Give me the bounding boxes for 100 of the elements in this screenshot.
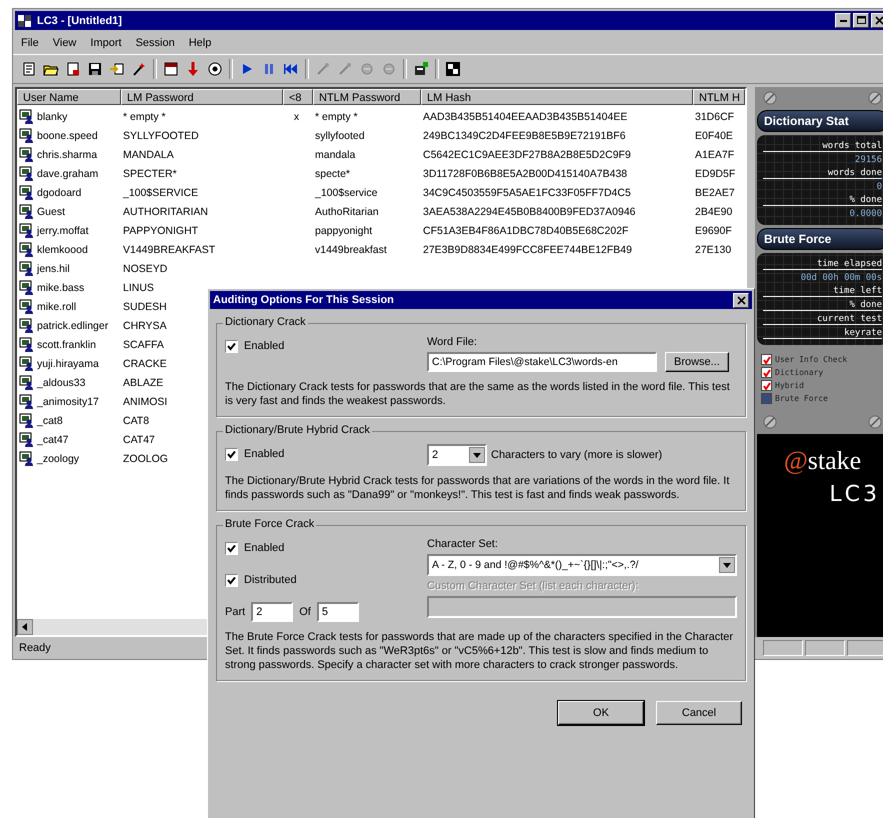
field-label: Custom Character Set (list each character): bbox=[427, 580, 640, 592]
table-cell: * empty * bbox=[315, 110, 358, 122]
user-icon bbox=[19, 412, 35, 428]
user-icon bbox=[19, 260, 35, 276]
column-header[interactable]: LM Hash bbox=[421, 89, 693, 105]
user-icon bbox=[19, 394, 35, 410]
table-cell: mandala bbox=[315, 148, 356, 160]
input-field[interactable]: 2 bbox=[251, 602, 294, 622]
user-icon bbox=[19, 450, 35, 466]
table-cell: 34C9C4503559F5A5AE1FC33F05FF7D4C5 bbox=[423, 186, 631, 198]
menu-item[interactable]: Session bbox=[136, 37, 175, 49]
menu-item[interactable]: File bbox=[21, 37, 39, 49]
user-name: mike.bass bbox=[37, 282, 84, 294]
checkbox-label: Distributed bbox=[244, 574, 297, 586]
column-header[interactable]: User Name bbox=[17, 89, 121, 105]
table-cell: SCAFFA bbox=[123, 338, 164, 350]
checkbox[interactable] bbox=[225, 340, 238, 352]
target-icon[interactable] bbox=[207, 61, 223, 77]
table-cell: A1EA7F bbox=[695, 148, 734, 160]
minimize-button[interactable] bbox=[835, 13, 851, 28]
table-cell: ANIMOSI bbox=[123, 396, 168, 408]
table-cell: CRACKE bbox=[123, 358, 167, 370]
column-header[interactable]: NTLM H bbox=[693, 89, 745, 105]
scroll-left-icon[interactable] bbox=[17, 619, 33, 635]
checkbox[interactable] bbox=[225, 574, 238, 586]
close-icon bbox=[736, 294, 746, 306]
characters-dropdown[interactable]: 2 bbox=[427, 444, 487, 466]
down-arrow-icon[interactable] bbox=[185, 61, 201, 77]
menu-item[interactable]: Import bbox=[90, 37, 122, 49]
table-cell: SUDESH bbox=[123, 300, 167, 312]
close-button[interactable] bbox=[871, 13, 883, 28]
document-icon[interactable] bbox=[65, 61, 81, 77]
screw-icon bbox=[868, 415, 882, 429]
table-cell: E9690F bbox=[695, 224, 732, 236]
column-header[interactable]: <8 bbox=[283, 89, 313, 105]
table-cell: CAT8 bbox=[123, 414, 150, 426]
menu-item[interactable]: Help bbox=[188, 37, 212, 49]
rewind-icon[interactable] bbox=[283, 61, 299, 77]
checkbox[interactable] bbox=[225, 542, 238, 554]
save-icon[interactable] bbox=[87, 61, 103, 77]
column-header[interactable]: LM Password bbox=[121, 89, 283, 105]
group-label: Brute Force Crack bbox=[223, 518, 316, 530]
table-cell: _100$service bbox=[315, 186, 378, 198]
checkbox[interactable] bbox=[761, 380, 772, 391]
wand-icon[interactable] bbox=[131, 61, 147, 77]
user-icon bbox=[19, 318, 35, 334]
checker-icon[interactable] bbox=[445, 61, 461, 77]
user-name: klemkoood bbox=[37, 244, 88, 256]
user-name: _aldous33 bbox=[37, 376, 86, 388]
display-label: % done bbox=[763, 195, 882, 206]
checkbox[interactable] bbox=[761, 354, 772, 365]
table-cell: 27E3B9D8834E499FCC8FEE744BE12FB49 bbox=[423, 244, 632, 256]
import-icon[interactable] bbox=[109, 61, 125, 77]
checkbox[interactable] bbox=[761, 393, 772, 404]
table-cell: NOSEYD bbox=[123, 262, 168, 274]
table-cell: 2B4E90 bbox=[695, 206, 732, 218]
table-cell: 27E130 bbox=[695, 244, 732, 256]
checkbox-label: User Info Check bbox=[775, 355, 848, 364]
close-button[interactable] bbox=[733, 292, 749, 308]
table-cell: LINUS bbox=[123, 282, 154, 294]
user-icon bbox=[19, 204, 35, 220]
table-cell: CF51A3EB4F86A1DBC78D40B5E68C202F bbox=[423, 224, 628, 236]
column-header[interactable]: NTLM Password bbox=[313, 89, 421, 105]
dialog-title: Auditing Options For This Session bbox=[213, 294, 395, 306]
table-cell: ABLAZE bbox=[123, 376, 164, 388]
user-name: jens.hil bbox=[37, 262, 70, 274]
table-cell: 249BC1349C2D4FEE9B8E5B9E72191BF6 bbox=[423, 130, 626, 142]
menu-item[interactable]: View bbox=[52, 37, 76, 49]
ok-button[interactable]: OK bbox=[558, 701, 644, 725]
checkbox[interactable] bbox=[761, 367, 772, 378]
close-icon bbox=[874, 15, 883, 26]
product-name: LC3 bbox=[829, 482, 880, 507]
table-cell: 31D6CF bbox=[695, 110, 734, 122]
user-name: jerry.moffat bbox=[37, 224, 89, 236]
input-field[interactable]: 5 bbox=[316, 602, 359, 622]
display-value: 0 bbox=[876, 182, 882, 192]
screw-icon bbox=[868, 91, 882, 105]
maximize-button[interactable] bbox=[853, 13, 869, 28]
display-label: % done bbox=[763, 300, 882, 311]
display-value: 29156 bbox=[854, 155, 882, 165]
user-name: patrick.edlinger bbox=[37, 320, 108, 332]
table-cell: MANDALA bbox=[123, 148, 174, 160]
character-set-dropdown[interactable]: A - Z, 0 - 9 and !@#$%^&*()_+~`{}[]\|:;"<>,.?/ bbox=[427, 554, 737, 576]
table-cell: _100$SERVICE bbox=[123, 186, 198, 198]
new-file-icon[interactable] bbox=[21, 61, 37, 77]
user-icon bbox=[19, 128, 35, 144]
user-name: dave.graham bbox=[37, 168, 98, 180]
display-label: time left bbox=[763, 286, 882, 297]
user-icon bbox=[19, 222, 35, 238]
screw-icon bbox=[763, 415, 777, 429]
display-label: keyrate bbox=[763, 328, 882, 339]
group-label: Dictionary Crack bbox=[223, 316, 308, 328]
window-icon[interactable] bbox=[163, 61, 179, 77]
screw-icon bbox=[763, 91, 777, 105]
input-field[interactable]: C:\Program Files\@stake\LC3\words-en bbox=[427, 352, 657, 372]
table-cell: SPECTER* bbox=[123, 168, 177, 180]
checkbox[interactable] bbox=[225, 448, 238, 460]
cancel-button[interactable]: Cancel bbox=[656, 701, 742, 725]
browse-button[interactable]: Browse... bbox=[665, 352, 729, 372]
user-name: _cat8 bbox=[37, 414, 63, 426]
